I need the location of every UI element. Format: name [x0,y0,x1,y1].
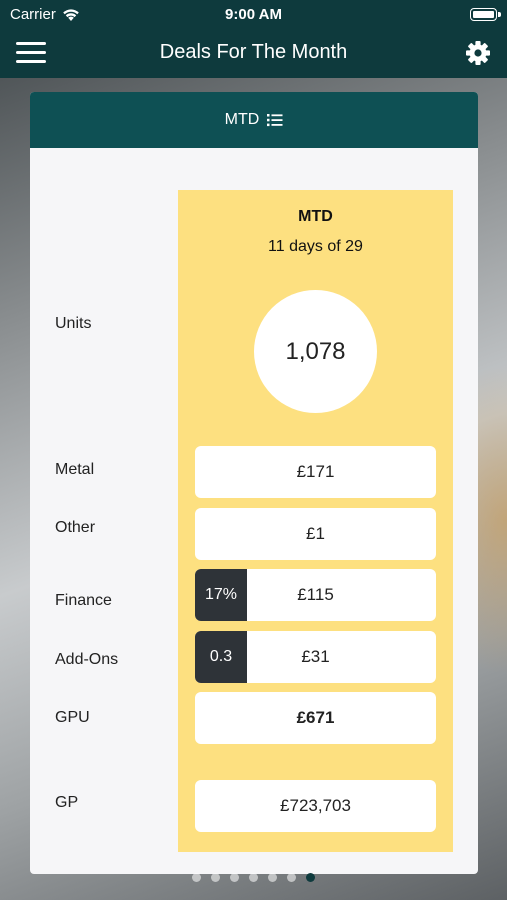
other-label: Other [55,519,96,536]
finance-badge: 17% [195,569,247,621]
list-icon [267,114,283,127]
period-subtitle: 11 days of 29 [268,238,363,255]
gpu-label: GPU [55,709,90,726]
units-label: Units [55,315,92,332]
deals-card: MTD Units Metal Other Finance Add-Ons GP… [30,92,478,874]
units-value: 1,078 [285,337,346,365]
battery-icon [470,8,501,21]
page-dot[interactable] [192,873,201,882]
units-circle: 1,078 [254,290,377,413]
page-indicator [0,873,507,882]
gpu-value: £671 [296,708,335,727]
mtd-panel: MTD 11 days of 29 1,078 £171 £1 17% £115… [178,190,453,852]
page-dot[interactable] [268,873,277,882]
metric-labels: Units Metal Other Finance Add-Ons GPU GP [55,92,195,874]
gp-label: GP [55,794,79,811]
gear-icon[interactable] [465,40,491,66]
addons-value-box: 0.3 £31 [195,631,436,683]
page-dot[interactable] [249,873,258,882]
gp-value: £723,703 [280,796,351,815]
metal-label: Metal [55,461,95,478]
other-value: £1 [306,524,325,543]
page-title: Deals For The Month [159,41,348,63]
gp-value-box: £723,703 [195,780,436,832]
period-title: MTD [298,208,333,225]
page-dot[interactable] [306,873,315,882]
page-dot[interactable] [211,873,220,882]
addons-badge: 0.3 [195,631,247,683]
period-selector-label: MTD [224,111,260,128]
addons-label: Add-Ons [55,651,119,668]
status-bar: Carrier 9:00 AM [0,0,507,30]
nav-bar: Deals For The Month [0,30,507,78]
other-value-box: £1 [195,508,436,560]
finance-value: £115 [297,585,334,604]
metal-value: £171 [296,462,335,481]
page-dot[interactable] [287,873,296,882]
status-time: 9:00 AM [225,6,282,23]
addons-value: £31 [301,647,330,666]
page-dot[interactable] [230,873,239,882]
gpu-value-box: £671 [195,692,436,744]
finance-value-box: 17% £115 [195,569,436,621]
metal-value-box: £171 [195,446,436,498]
finance-label: Finance [55,592,112,609]
